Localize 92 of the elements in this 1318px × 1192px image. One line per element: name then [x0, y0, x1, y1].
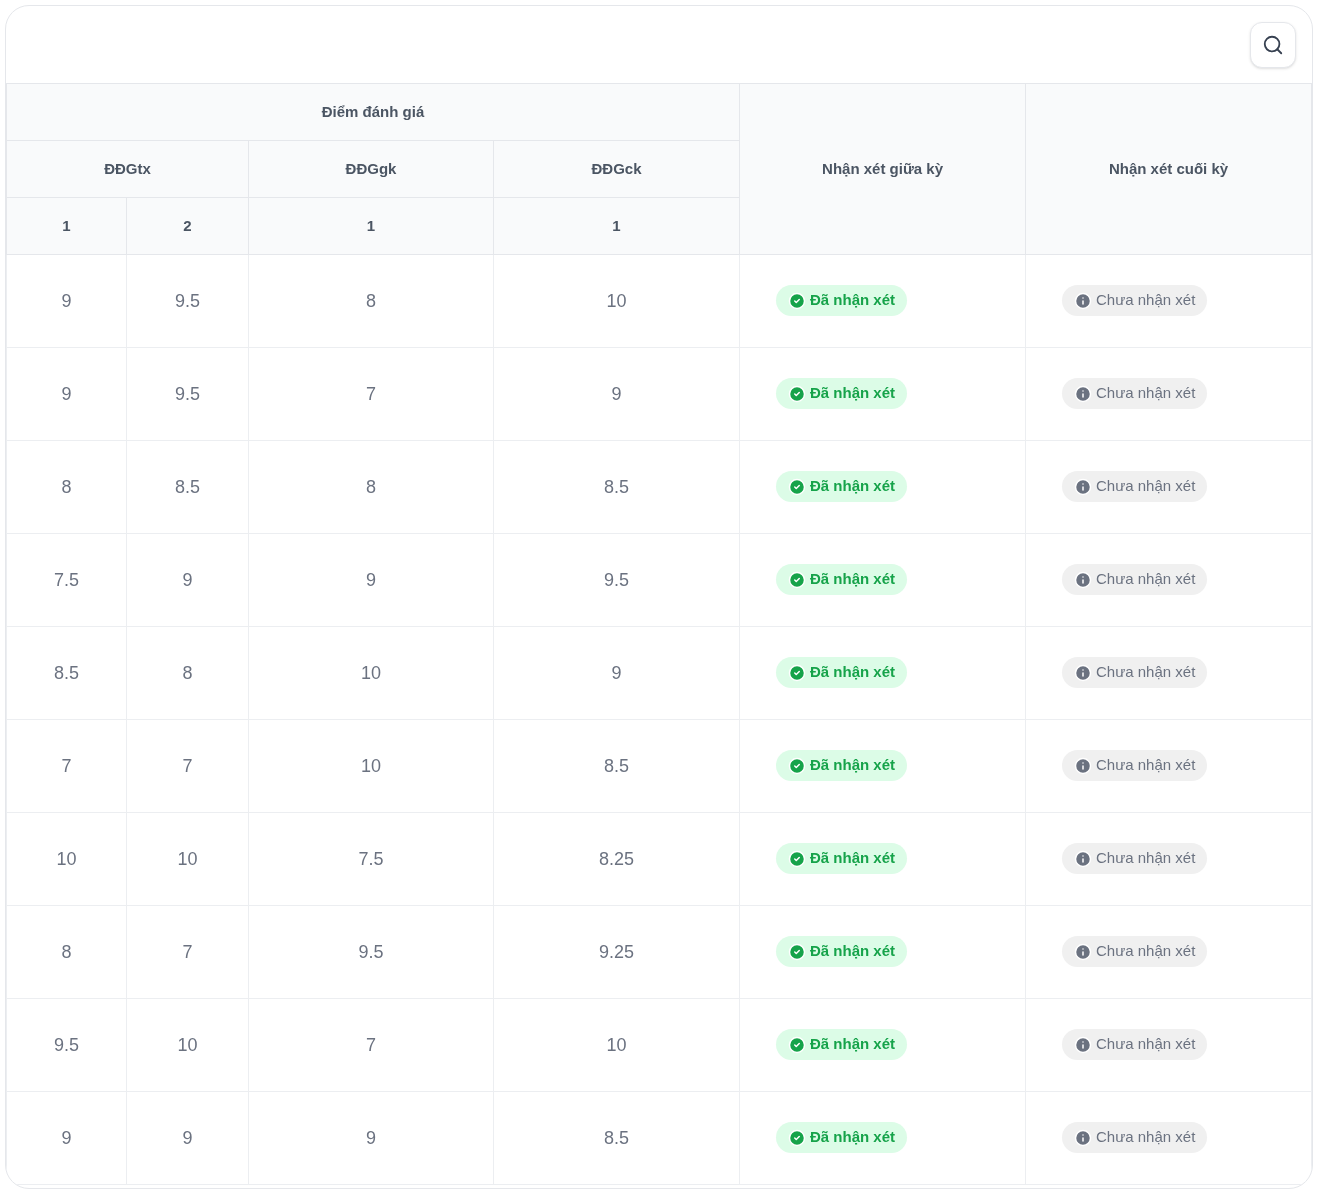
- table-cell: 9.5: [126, 254, 249, 348]
- status-badge: Chưa nhận xét: [1062, 378, 1208, 409]
- check-circle-icon: [788, 570, 807, 589]
- check-circle-icon: [788, 291, 807, 310]
- search-icon: [1262, 33, 1284, 56]
- check-circle-icon: [788, 384, 807, 403]
- table-cell: 8: [126, 626, 249, 720]
- column-header: ĐĐGck: [493, 140, 740, 198]
- status-badge: Chưa nhận xét: [1062, 936, 1208, 967]
- status-badge: Chưa nhận xét: [1062, 657, 1208, 688]
- table-cell: 9: [126, 1091, 249, 1185]
- status-badge: Chưa nhận xét: [1062, 1029, 1208, 1060]
- info-icon: [1074, 570, 1093, 589]
- column-header: 2: [126, 197, 249, 255]
- info-icon: [1074, 384, 1093, 403]
- status-badge: Đã nhận xét: [776, 1122, 908, 1153]
- check-circle-icon: [788, 477, 807, 496]
- table-cell: 7.5: [248, 812, 494, 906]
- search-button[interactable]: [1250, 21, 1296, 68]
- status-badge: Chưa nhận xét: [1062, 285, 1208, 316]
- status-badge: Đã nhận xét: [776, 657, 908, 688]
- table-cell: 9.25: [493, 905, 740, 999]
- table-cell: 9: [493, 626, 740, 720]
- table-cell: 8.5: [126, 440, 249, 534]
- status-badge: Đã nhận xét: [776, 378, 908, 409]
- info-icon: [1074, 849, 1093, 868]
- check-circle-icon: [788, 1035, 807, 1054]
- table-cell: 9: [6, 347, 127, 441]
- table-cell: 10: [126, 812, 249, 906]
- table-cell: 7: [6, 719, 127, 813]
- table-cell: 7: [248, 998, 494, 1092]
- status-badge: Chưa nhận xét: [1062, 750, 1208, 781]
- table-cell: 9: [126, 533, 249, 627]
- status-badge: Chưa nhận xét: [1062, 471, 1208, 502]
- table-cell: 9.5: [126, 347, 249, 441]
- info-icon: [1074, 477, 1093, 496]
- info-icon: [1074, 291, 1093, 310]
- table-cell: 10: [248, 719, 494, 813]
- column-header: 1: [493, 197, 740, 255]
- table-cell: 8.5: [6, 626, 127, 720]
- info-icon: [1074, 1128, 1093, 1147]
- table-cell: 8.5: [493, 440, 740, 534]
- table-cell: 8.5: [493, 1091, 740, 1185]
- table-cell: 10: [493, 998, 740, 1092]
- status-badge: Đã nhận xét: [776, 471, 908, 502]
- table-cell: 10: [493, 254, 740, 348]
- column-header: 1: [6, 197, 127, 255]
- table-cell: 8: [248, 254, 494, 348]
- column-header: Điểm đánh giá: [6, 83, 740, 141]
- column-header: ĐĐGgk: [248, 140, 494, 198]
- table-cell: 8.25: [493, 812, 740, 906]
- check-circle-icon: [788, 849, 807, 868]
- table-cell: 7: [126, 719, 249, 813]
- check-circle-icon: [788, 663, 807, 682]
- table-cell: 7: [126, 905, 249, 999]
- status-badge: Đã nhận xét: [776, 750, 908, 781]
- status-badge: Chưa nhận xét: [1062, 564, 1208, 595]
- table-cell: 10: [248, 626, 494, 720]
- table-cell: 9: [6, 254, 127, 348]
- table-cell: 9: [493, 347, 740, 441]
- status-badge: Đã nhận xét: [776, 564, 908, 595]
- table-cell: 9: [248, 1091, 494, 1185]
- info-icon: [1074, 756, 1093, 775]
- table-cell: 7.5: [6, 533, 127, 627]
- table-cell: 8: [6, 440, 127, 534]
- status-badge: Chưa nhận xét: [1062, 843, 1208, 874]
- table-cell: 10: [6, 812, 127, 906]
- info-icon: [1074, 663, 1093, 682]
- table-cell: 10: [126, 998, 249, 1092]
- status-badge: Đã nhận xét: [776, 285, 908, 316]
- status-badge: Đã nhận xét: [776, 843, 908, 874]
- table-cell: 9: [248, 533, 494, 627]
- table-cell: 7: [248, 347, 494, 441]
- column-header: ĐĐGtx: [6, 140, 249, 198]
- check-circle-icon: [788, 942, 807, 961]
- table-cell: 8: [248, 440, 494, 534]
- check-circle-icon: [788, 1128, 807, 1147]
- check-circle-icon: [788, 756, 807, 775]
- table-cell: 9.5: [493, 533, 740, 627]
- info-icon: [1074, 1035, 1093, 1054]
- status-badge: Đã nhận xét: [776, 936, 908, 967]
- column-header: Nhận xét giữa kỳ: [739, 83, 1026, 255]
- status-badge: Đã nhận xét: [776, 1029, 908, 1060]
- column-header: 1: [248, 197, 494, 255]
- table-cell: 8.5: [493, 719, 740, 813]
- table-cell: 9.5: [6, 998, 127, 1092]
- table-cell: 8: [6, 905, 127, 999]
- info-icon: [1074, 942, 1093, 961]
- status-badge: Chưa nhận xét: [1062, 1122, 1208, 1153]
- table-cell: 9.5: [248, 905, 494, 999]
- table-cell: 9: [6, 1091, 127, 1185]
- column-header: Nhận xét cuối kỳ: [1025, 83, 1312, 255]
